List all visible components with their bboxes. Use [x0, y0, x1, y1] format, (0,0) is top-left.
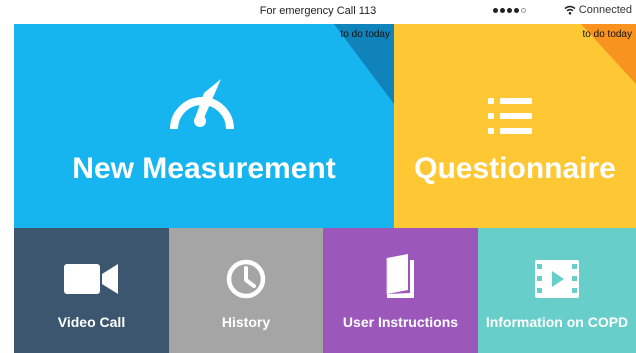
connection-label: Connected — [578, 4, 632, 16]
todo-badge: to do today — [340, 29, 390, 40]
gauge-icon — [170, 79, 234, 130]
home-screen: For emergency Call 113 Connected to do t… — [0, 0, 636, 353]
status-bar: For emergency Call 113 Connected — [0, 0, 636, 24]
history-label: History — [221, 314, 271, 330]
new-measurement-tile[interactable]: to do today New Measurement — [14, 24, 394, 228]
signal-dot — [493, 8, 498, 13]
todo-badge: to do today — [582, 29, 632, 40]
new-measurement-label: New Measurement — [72, 152, 336, 185]
user-instructions-label: User Instructions — [342, 314, 459, 330]
questionnaire-tile[interactable]: to do today Questionnaire — [394, 24, 636, 228]
user-instructions-tile[interactable]: User Instructions — [323, 228, 478, 353]
list-icon — [488, 98, 532, 134]
video-call-tile[interactable]: Video Call — [14, 228, 169, 353]
signal-strength-indicator — [493, 8, 526, 13]
clock-icon — [226, 259, 266, 299]
questionnaire-label: Questionnaire — [414, 152, 616, 185]
information-copd-label: Information on COPD — [485, 314, 629, 330]
information-copd-tile[interactable]: Information on COPD — [478, 228, 636, 353]
film-play-icon — [535, 260, 579, 298]
connection-status: Connected — [564, 4, 632, 16]
video-camera-icon — [64, 264, 118, 294]
signal-dot — [514, 8, 519, 13]
signal-dot — [507, 8, 512, 13]
signal-dot — [521, 8, 526, 13]
wifi-icon — [564, 5, 576, 15]
video-call-label: Video Call — [57, 314, 126, 330]
book-icon — [386, 254, 414, 298]
history-tile[interactable]: History — [169, 228, 323, 353]
signal-dot — [500, 8, 505, 13]
emergency-text: For emergency Call 113 — [259, 5, 377, 17]
